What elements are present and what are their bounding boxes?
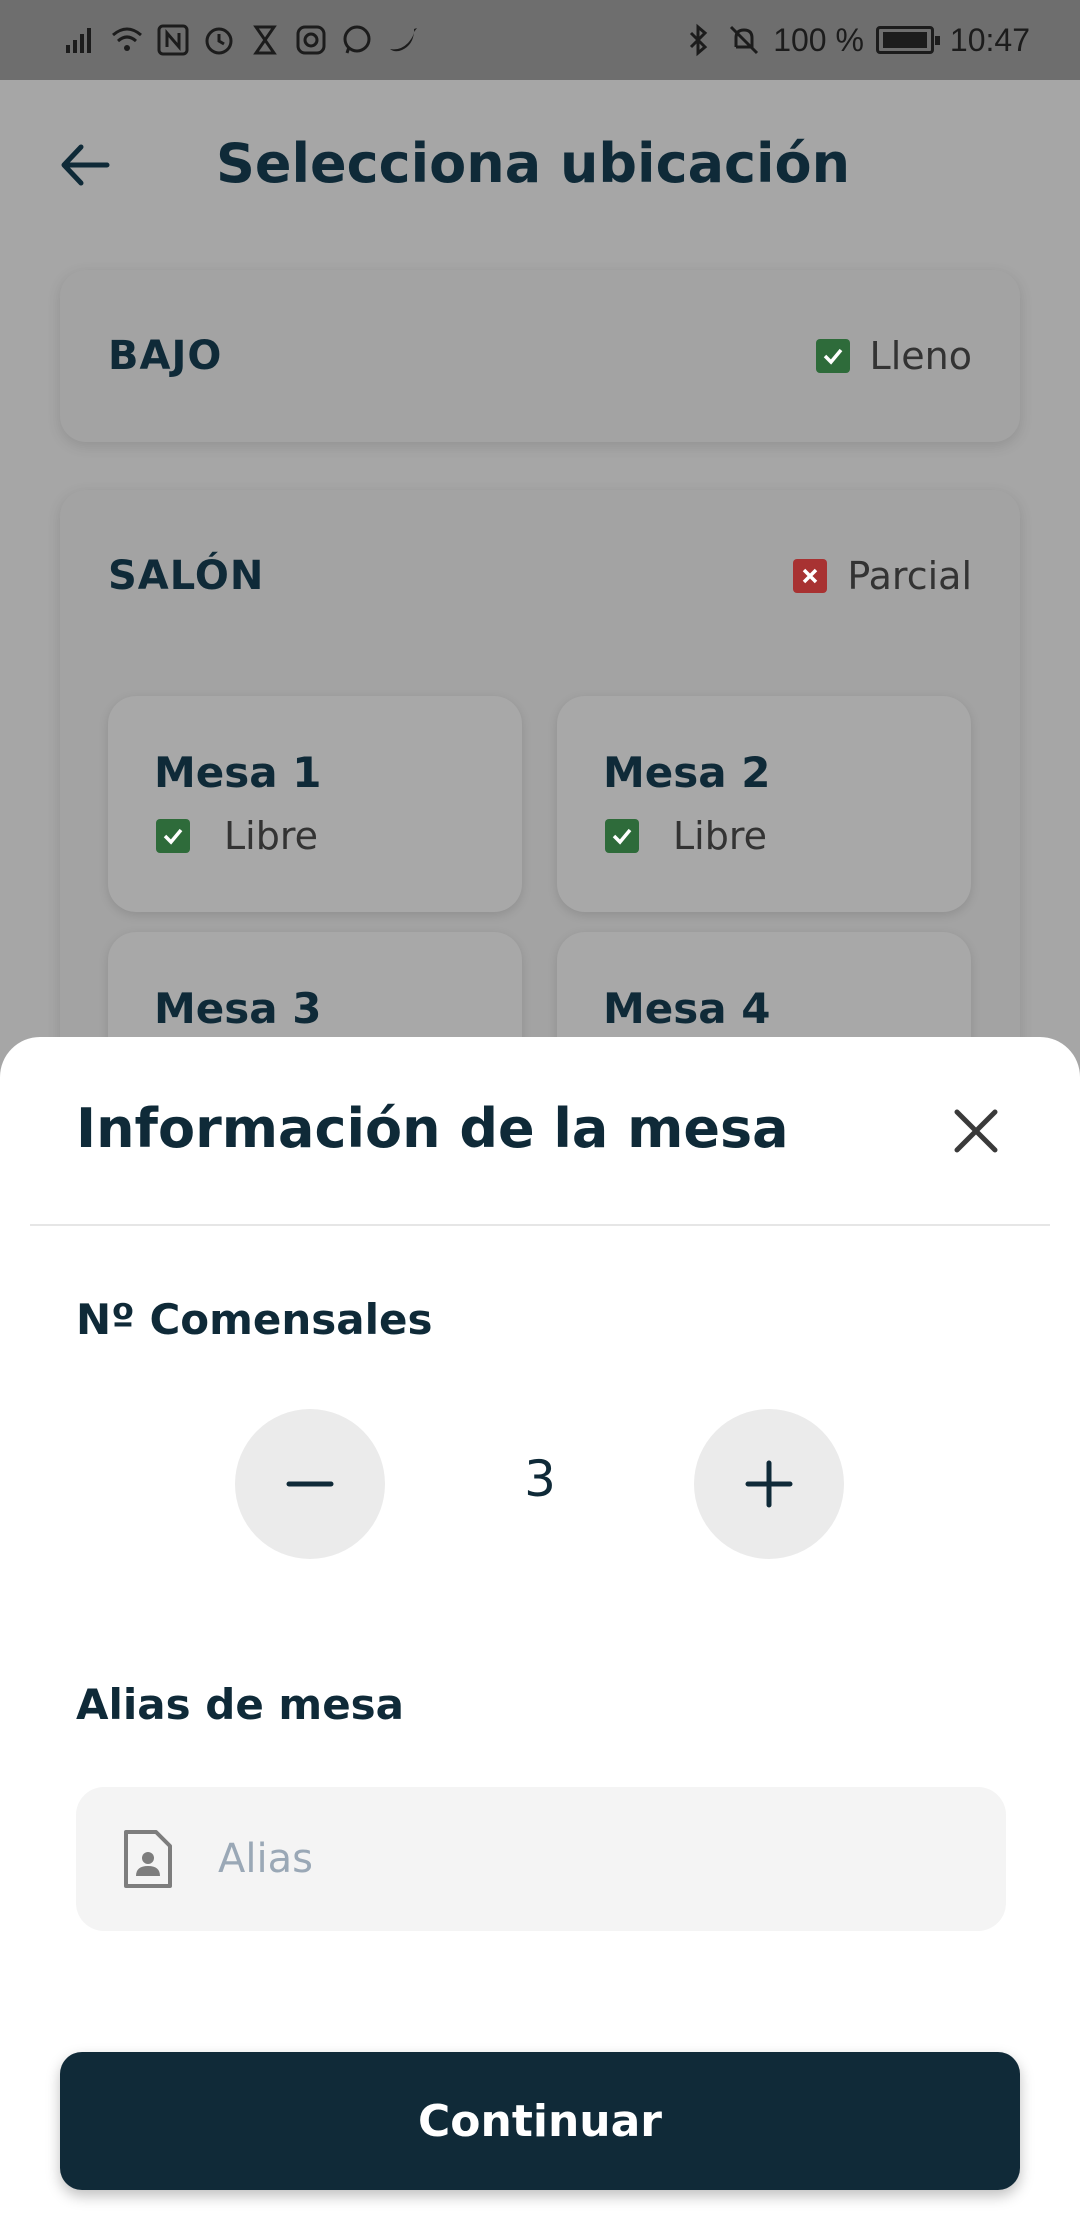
- contact-document-icon: [118, 1824, 178, 1894]
- table-status: Libre: [156, 814, 318, 858]
- diners-label: Nº Comensales: [76, 1295, 433, 1344]
- table-name: Mesa 3: [154, 984, 322, 1033]
- table-name: Mesa 4: [603, 984, 771, 1033]
- check-icon: [156, 819, 190, 853]
- zone-card-bajo[interactable]: BAJO Lleno: [60, 270, 1020, 442]
- table-status-label: Libre: [224, 814, 319, 858]
- increase-diners-button[interactable]: [694, 1409, 844, 1559]
- table-status-label: Libre: [673, 814, 768, 858]
- back-button[interactable]: [50, 130, 120, 200]
- sheet-title: Información de la mesa: [76, 1097, 789, 1160]
- close-icon: [954, 1109, 998, 1153]
- battery-percent: 100 %: [773, 21, 864, 58]
- zone-name: SALÓN: [108, 553, 265, 599]
- status-right-icons: 100 % 10:47: [681, 22, 1030, 59]
- battery-icon: [875, 26, 940, 54]
- signal-icon: [64, 23, 98, 57]
- status-left-icons: [64, 23, 420, 57]
- zone-status-label: Lleno: [869, 334, 972, 378]
- decrease-diners-button[interactable]: [235, 1409, 385, 1559]
- mute-icon: [727, 23, 761, 57]
- hourglass-icon: [248, 23, 282, 57]
- page-title: Selecciona ubicación: [216, 132, 851, 195]
- zone-status: Lleno: [815, 334, 972, 378]
- table-info-sheet: Información de la mesa Nº Comensales 3 A…: [0, 1037, 1080, 2240]
- minus-icon: [286, 1481, 334, 1487]
- alarm-icon: [202, 23, 236, 57]
- cross-icon: [793, 559, 828, 593]
- continue-button[interactable]: Continuar: [60, 2052, 1020, 2190]
- table-status: Libre: [605, 814, 767, 858]
- alias-field[interactable]: [76, 1787, 1006, 1931]
- whatsapp-icon: [340, 23, 374, 57]
- check-icon: [605, 819, 639, 853]
- close-button[interactable]: [940, 1095, 1012, 1167]
- clock: 10:47: [949, 21, 1030, 58]
- zone-status: Parcial: [793, 554, 972, 598]
- divider: [30, 1224, 1050, 1226]
- table-card-mesa-2[interactable]: Mesa 2 Libre: [557, 696, 971, 912]
- table-name: Mesa 2: [603, 748, 771, 797]
- arrow-left-icon: [61, 144, 110, 186]
- zone-name: BAJO: [108, 333, 223, 379]
- zone-status-label: Parcial: [847, 554, 972, 598]
- diners-count: 3: [524, 1450, 556, 1508]
- alias-input[interactable]: [218, 1836, 918, 1882]
- nfc-icon: [156, 23, 190, 57]
- table-name: Mesa 1: [154, 748, 322, 797]
- wifi-icon: [110, 23, 144, 57]
- plus-icon: [745, 1460, 793, 1508]
- alias-label: Alias de mesa: [76, 1680, 405, 1729]
- instagram-icon: [294, 23, 328, 57]
- table-card-mesa-1[interactable]: Mesa 1 Libre: [108, 696, 522, 912]
- bluetooth-icon: [681, 23, 715, 57]
- status-bar: 100 % 10:47: [0, 0, 1080, 80]
- check-icon: [815, 339, 850, 373]
- twitter-icon: [386, 23, 420, 57]
